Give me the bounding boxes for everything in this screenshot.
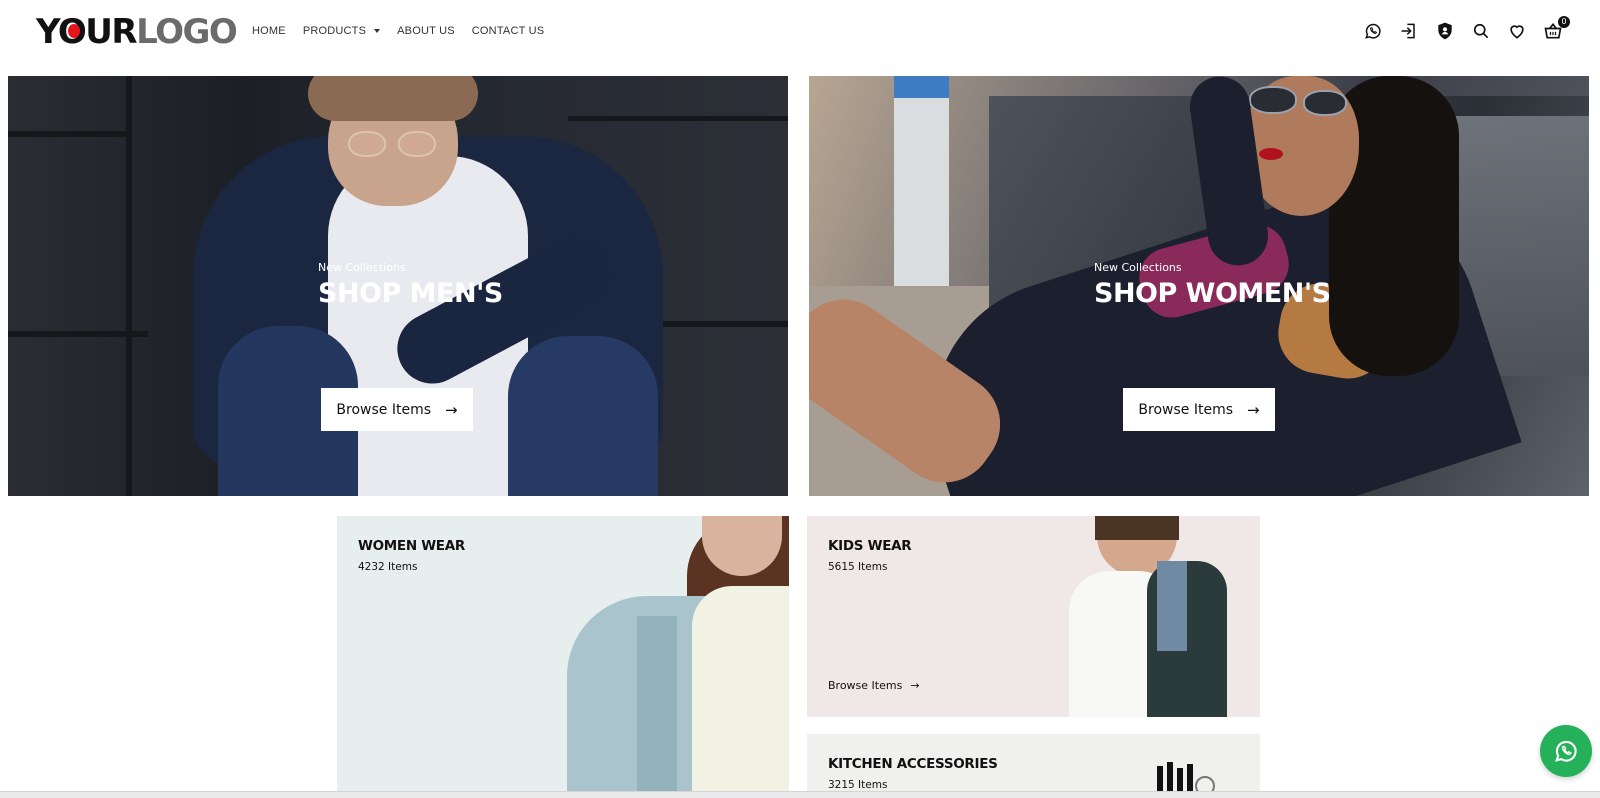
browse-women-label: Browse Items — [1138, 401, 1233, 418]
category-kitchen-title: KITCHEN ACCESSORIES — [828, 756, 998, 772]
arrow-right-icon: → — [445, 400, 458, 419]
whatsapp-chat-button[interactable] — [1540, 725, 1592, 777]
login-icon[interactable] — [1398, 20, 1420, 42]
category-women-wear[interactable]: WOMEN WEAR 4232 Items — [337, 516, 789, 798]
category-women-wear-count: 4232 Items — [358, 561, 418, 573]
hero-men-text: New Collections SHOP MEN'S — [318, 261, 503, 309]
category-kitchen-count: 3215 Items — [828, 779, 888, 791]
basket-icon[interactable]: 0 — [1542, 16, 1570, 42]
logo-text-primary: YOUR — [36, 12, 138, 52]
whatsapp-icon[interactable] — [1362, 20, 1384, 42]
main-nav: HOME PRODUCTS ABOUT US CONTACT US — [252, 25, 544, 37]
browse-women-button[interactable]: Browse Items → — [1123, 388, 1275, 431]
site-header: YOUR LOGO HOME PRODUCTS ABOUT US CONTACT… — [0, 0, 1600, 66]
arrow-right-icon: → — [1247, 400, 1260, 419]
hero-men-subtitle: New Collections — [318, 261, 406, 274]
browse-men-button[interactable]: Browse Items → — [321, 388, 473, 431]
browse-kids-label: Browse Items — [828, 679, 903, 692]
hero-men-title: SHOP MEN'S — [318, 278, 503, 309]
browse-kids-link[interactable]: Browse Items → — [828, 679, 920, 692]
chevron-down-icon — [374, 29, 381, 33]
nav-home[interactable]: HOME — [252, 25, 286, 37]
browse-men-label: Browse Items — [336, 401, 431, 418]
browser-status-bar — [0, 791, 1600, 798]
women-wear-image — [337, 516, 789, 798]
nav-about-us[interactable]: ABOUT US — [397, 25, 455, 37]
nav-about-label: ABOUT US — [397, 25, 455, 37]
arrow-right-icon: → — [910, 679, 920, 692]
cart-count-badge: 0 — [1558, 16, 1570, 28]
nav-products[interactable]: PRODUCTS — [302, 25, 381, 37]
hero-men[interactable]: New Collections SHOP MEN'S Browse Items … — [8, 76, 788, 496]
shield-icon[interactable] — [1434, 20, 1456, 42]
category-kids-wear-title: KIDS WEAR — [828, 538, 912, 554]
category-kitchen-accessories[interactable]: KITCHEN ACCESSORIES 3215 Items — [807, 734, 1260, 798]
logo-dot — [68, 24, 80, 38]
hero-women-text: New Collections SHOP WOMEN'S — [1094, 261, 1331, 309]
category-women-wear-title: WOMEN WEAR — [358, 538, 465, 554]
hero-women-title: SHOP WOMEN'S — [1094, 278, 1331, 309]
hero-women[interactable]: New Collections SHOP WOMEN'S Browse Item… — [809, 76, 1589, 496]
hero-women-subtitle: New Collections — [1094, 261, 1182, 274]
heart-icon[interactable] — [1506, 20, 1528, 42]
site-logo[interactable]: YOUR LOGO — [36, 12, 238, 52]
nav-contact-label: CONTACT US — [471, 25, 545, 37]
nav-contact-us[interactable]: CONTACT US — [472, 25, 545, 37]
header-icons: 0 — [1362, 16, 1570, 42]
category-kids-wear[interactable]: KIDS WEAR 5615 Items Browse Items → — [807, 516, 1260, 717]
nav-home-label: HOME — [252, 25, 286, 37]
whatsapp-icon — [1555, 740, 1577, 762]
logo-text-secondary: LOGO — [136, 12, 238, 52]
nav-products-label: PRODUCTS — [302, 25, 367, 37]
category-kids-wear-count: 5615 Items — [828, 561, 888, 573]
search-icon[interactable] — [1470, 20, 1492, 42]
